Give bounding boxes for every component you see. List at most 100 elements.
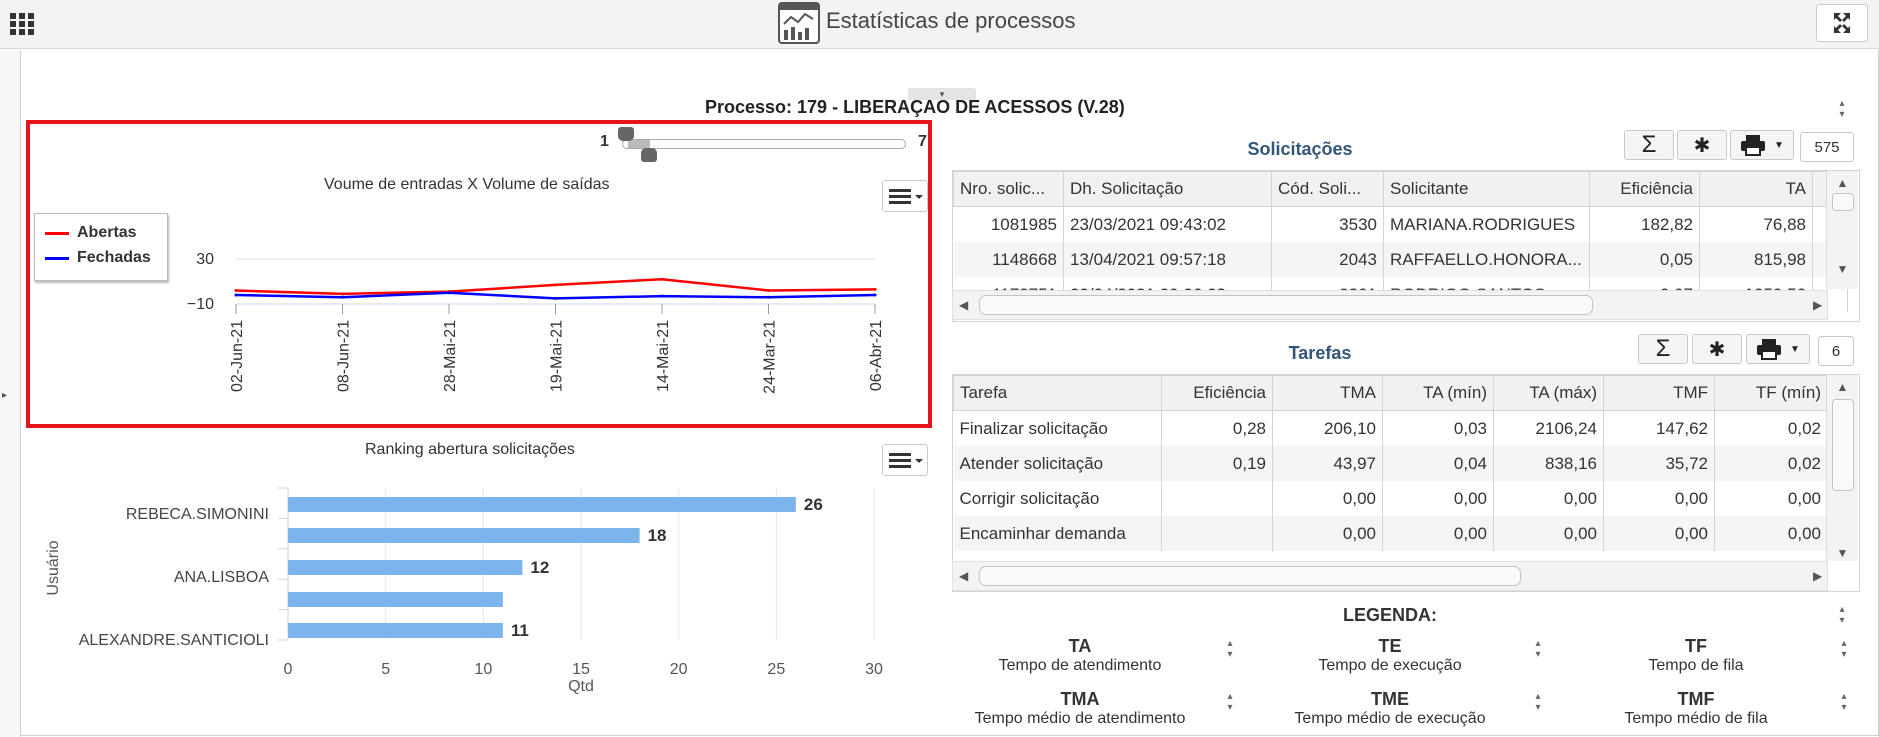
solicitacoes-title: Solicitações [1247, 139, 1353, 159]
scroll-up-arrow[interactable]: ▲ [1827, 381, 1858, 393]
table-cell: 13/04/2021 09:57:18 [1063, 242, 1272, 277]
legenda-item-te: TE Tempo de execução [1270, 636, 1510, 674]
scroll-up-arrow[interactable]: ▲ [1827, 177, 1858, 189]
legend-abbr: TMA [1060, 689, 1100, 709]
x-tick-label: 14-Mai-21 [655, 320, 672, 392]
table-cell: 0,02 [1714, 410, 1828, 446]
x-tick-label: 24-Mar-21 [762, 320, 779, 394]
chevron-down-icon: ▼ [1774, 139, 1784, 151]
data-point [234, 293, 238, 297]
table-cell: Finalizar solicitação [953, 410, 1162, 446]
column-header[interactable]: Solicitante [1383, 171, 1590, 207]
bar [288, 560, 523, 575]
scroll-thumb[interactable] [979, 566, 1521, 586]
table-cell: 0,19 [1161, 446, 1273, 481]
fullscreen-icon [1834, 13, 1850, 33]
category-label: ANA.LISBOA [174, 569, 269, 586]
x-tick-label: 20 [670, 661, 688, 678]
bar-data-label: 18 [648, 526, 667, 545]
data-point [554, 283, 557, 287]
column-header[interactable]: TMA [1272, 375, 1383, 411]
table-row[interactable]: 1148668 13/04/2021 09:57:18 2043 RAFFAELLO.… [953, 242, 1848, 277]
table-row[interactable]: Finalizar solicitação 0,28 206,10 0,03 2106,… [953, 410, 1828, 446]
column-header[interactable]: Cód. Soli... [1271, 171, 1384, 207]
solicitacoes-vertical-scrollbar[interactable]: ▲ ▼ [1826, 171, 1858, 289]
x-axis-title: Qtd [568, 678, 594, 695]
bar [288, 497, 796, 512]
legend-abbr: TMF [1677, 689, 1715, 709]
table-cell: Corrigir solicitação [953, 481, 1162, 516]
x-tick-label: 25 [767, 661, 785, 678]
scroll-thumb[interactable] [979, 295, 1593, 315]
table-row[interactable]: Corrigir solicitação 0,00 0,00 0,00 0,00 0,00 [953, 481, 1828, 516]
table-cell: 0,00 [1272, 516, 1383, 551]
column-header[interactable]: TF (mín) [1714, 375, 1828, 411]
table-row[interactable]: 1081985 23/03/2021 09:43:02 3530 MARIANA.RO… [953, 206, 1848, 242]
x-tick-label: 0 [284, 661, 293, 678]
table-cell: 2043 [1271, 242, 1384, 277]
x-tick-label: 02-Jun-21 [229, 320, 246, 392]
print-button[interactable]: ▼ [1746, 334, 1810, 364]
legend-desc: Tempo médio de execução [1294, 710, 1486, 727]
column-header[interactable]: TMF [1603, 375, 1715, 411]
legend-abbr: TE [1378, 636, 1402, 656]
legenda-spin-te[interactable]: ▴ ▾ [1532, 638, 1544, 660]
table-cell: 182,82 [1589, 206, 1700, 242]
legenda-spin-tf[interactable]: ▴ ▾ [1838, 638, 1850, 660]
legenda-spin-tme[interactable]: ▴ ▾ [1532, 691, 1544, 713]
tarefas-horizontal-scrollbar[interactable]: ◀ ▶ [952, 561, 1828, 591]
table-row[interactable]: Atender solicitação 0,19 43,97 0,04 838,16 35… [953, 446, 1828, 481]
sum-button[interactable]: Σ [1624, 130, 1674, 160]
sum-button[interactable]: Σ [1638, 334, 1688, 364]
column-header[interactable]: Nro. solic... [953, 171, 1064, 207]
settings-button[interactable]: ✱ [1692, 334, 1742, 364]
volume-line-chart: 30 −10 02-Jun-21 08-Jun-21 28-Mai-21 19-Mai-2… [187, 251, 885, 394]
x-tick-label: 06-Abr-21 [868, 320, 885, 391]
scroll-down-arrow[interactable]: ▼ [1827, 263, 1858, 275]
category-label: ALEXANDRE.SANTICIOLI [79, 632, 269, 649]
fullscreen-button[interactable] [1816, 4, 1868, 42]
column-header[interactable]: TA (mín) [1382, 375, 1494, 411]
table-cell: 0,00 [1603, 516, 1715, 551]
settings-button[interactable]: ✱ [1677, 130, 1727, 160]
print-button[interactable]: ▼ [1730, 130, 1794, 160]
legend-desc: Tempo de fila [1648, 657, 1744, 674]
series-line [235, 277, 876, 296]
tarefas-count-badge: 6 [1818, 336, 1854, 366]
legenda-item-tf: TF Tempo de fila [1576, 636, 1816, 674]
tarefas-vertical-scrollbar[interactable]: ▲ ▼ [1826, 375, 1858, 561]
scroll-right-arrow[interactable]: ▶ [1813, 299, 1822, 311]
scroll-down-arrow[interactable]: ▼ [1827, 547, 1858, 559]
table-cell: 0,00 [1493, 516, 1604, 551]
column-header[interactable]: Eficiência [1589, 171, 1700, 207]
scroll-thumb[interactable] [1831, 399, 1854, 491]
table-cell: 2106,24 [1493, 410, 1604, 446]
legenda-spin-tmf[interactable]: ▴ ▾ [1838, 691, 1850, 713]
table-cell: 0,28 [1161, 410, 1273, 446]
legenda-spin-ta[interactable]: ▴ ▾ [1224, 638, 1236, 660]
table-cell: 0,00 [1382, 481, 1494, 516]
legend-abbr: TF [1685, 636, 1707, 656]
legenda-resize-arrows[interactable]: ▴ ▾ [1836, 604, 1848, 626]
column-header[interactable]: TA [1699, 171, 1813, 207]
scroll-thumb[interactable] [1831, 193, 1854, 211]
table-cell: 1081985 [953, 206, 1064, 242]
column-header[interactable]: Tarefa [953, 375, 1162, 411]
table-cell: 0,00 [1493, 481, 1604, 516]
scroll-right-arrow[interactable]: ▶ [1813, 570, 1822, 582]
column-header[interactable]: Dh. Solicitação [1063, 171, 1272, 207]
legend-desc: Tempo médio de fila [1624, 710, 1768, 727]
panel-resize-arrows[interactable]: ▴ ▾ [1836, 98, 1848, 120]
chevron-down-icon: ▼ [1790, 343, 1800, 355]
data-point [447, 291, 451, 295]
column-header[interactable]: Eficiência [1161, 375, 1273, 411]
solicitacoes-horizontal-scrollbar[interactable]: ◀ ▶ [952, 290, 1828, 320]
column-header[interactable]: TA (máx) [1493, 375, 1604, 411]
scroll-left-arrow[interactable]: ◀ [959, 299, 968, 311]
legenda-item-tma: TMA Tempo médio de atendimento [960, 689, 1200, 727]
ranking-chart-title: Ranking abertura solicitações [365, 441, 575, 458]
table-row[interactable]: Encaminhar demanda 0,00 0,00 0,00 0,00 0,00 [953, 516, 1828, 551]
table-cell: 0,00 [1714, 481, 1828, 516]
legenda-spin-tma[interactable]: ▴ ▾ [1224, 691, 1236, 713]
scroll-left-arrow[interactable]: ◀ [959, 570, 968, 582]
